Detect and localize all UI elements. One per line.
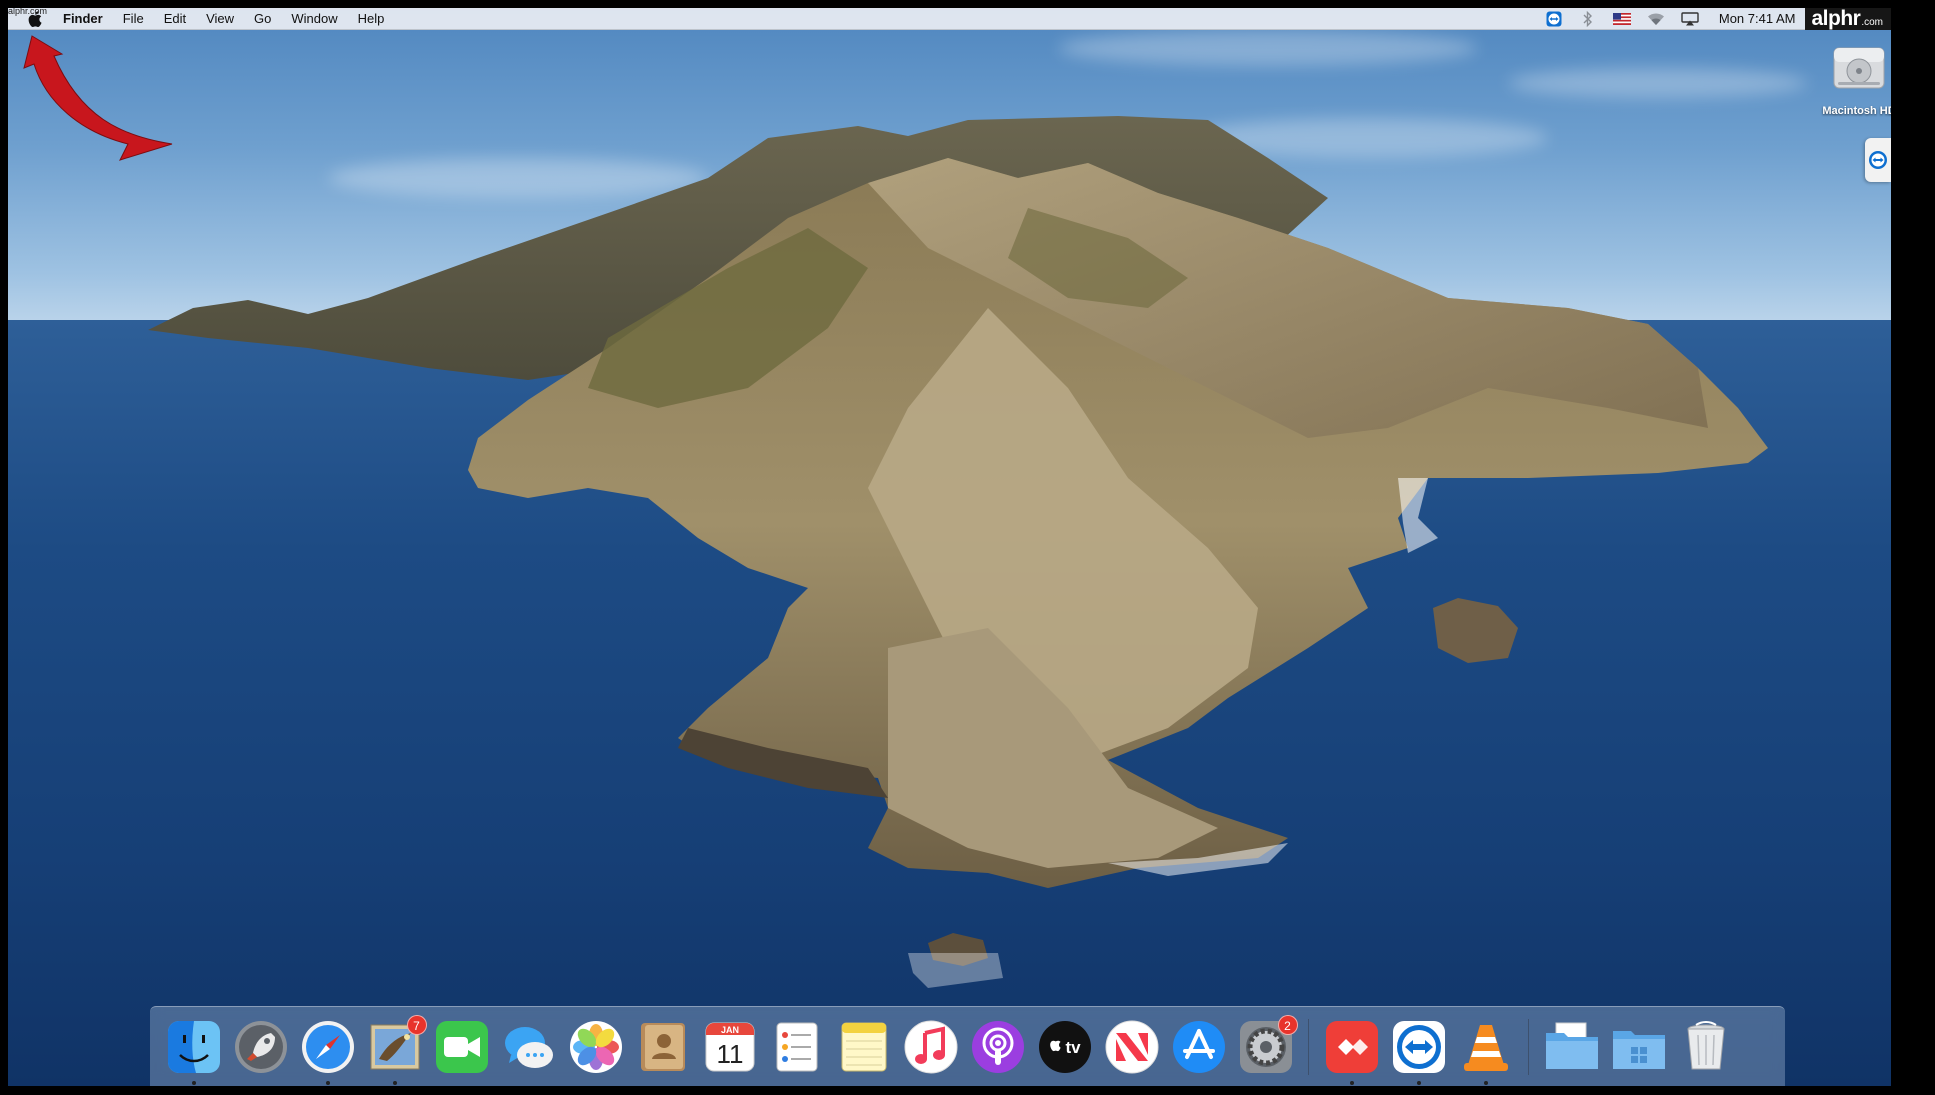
dock-applications-folder[interactable]: [1611, 1019, 1667, 1075]
dock-finder[interactable]: [166, 1019, 222, 1085]
dock-launchpad[interactable]: [233, 1019, 289, 1075]
dock-facetime[interactable]: [434, 1019, 490, 1075]
dock-mail[interactable]: 7: [367, 1014, 427, 1085]
macintosh-hd-label: Macintosh HD: [1822, 105, 1891, 117]
documents-folder-icon: [1545, 1022, 1598, 1069]
desktop-screen: alphr.com Finder File Edit View Go Windo…: [8, 8, 1891, 1086]
dock-contacts[interactable]: [635, 1019, 691, 1075]
reminders-icon: [776, 1022, 817, 1071]
running-indicator: [1483, 1080, 1488, 1085]
teamviewer-status-icon[interactable]: [1544, 11, 1564, 27]
alphr-logo-suffix: .com: [1861, 17, 1883, 28]
hard-drive-icon: [1833, 47, 1885, 89]
mail-badge: 7: [406, 1014, 427, 1035]
menu-edit[interactable]: Edit: [154, 8, 196, 30]
safari-icon: [301, 1020, 354, 1073]
us-flag-icon[interactable]: [1612, 11, 1632, 27]
dock-vlc[interactable]: [1458, 1019, 1514, 1085]
dock-podcasts[interactable]: [970, 1019, 1026, 1075]
dock-app-store[interactable]: [1171, 1019, 1227, 1075]
dock-documents-folder[interactable]: [1544, 1019, 1600, 1075]
menu-help[interactable]: Help: [348, 8, 395, 30]
calendar-day: 11: [716, 1039, 743, 1069]
corner-watermark-text: alphr.com: [8, 8, 48, 16]
dock: 7 JAN 11 tv 2: [150, 1006, 1785, 1086]
dock-tv[interactable]: tv: [1037, 1019, 1093, 1075]
red-arrow-annotation: [23, 35, 173, 161]
dock-teamviewer[interactable]: [1391, 1019, 1447, 1085]
news-icon: [1105, 1020, 1158, 1073]
dock-anydesk[interactable]: [1324, 1019, 1380, 1085]
podcasts-icon: [971, 1020, 1024, 1073]
system-preferences-badge: 2: [1277, 1014, 1298, 1035]
windows-folder-icon: [1612, 1030, 1665, 1069]
trash-icon: [1686, 1020, 1725, 1069]
dock-calendar[interactable]: JAN 11: [702, 1019, 758, 1075]
alphr-logo: alphr .com: [1805, 8, 1891, 30]
running-indicator: [1416, 1080, 1421, 1085]
bluetooth-icon[interactable]: [1578, 10, 1598, 27]
macintosh-hd-drive[interactable]: Macintosh HD: [1814, 40, 1891, 117]
dock-trash[interactable]: [1678, 1019, 1734, 1075]
dock-news[interactable]: [1104, 1019, 1160, 1075]
menu-file[interactable]: File: [113, 8, 154, 30]
dock-reminders[interactable]: [769, 1019, 825, 1075]
teamviewer-tab-icon: [1869, 151, 1887, 169]
wifi-icon[interactable]: [1646, 11, 1666, 27]
tv-icon: tv: [1038, 1020, 1091, 1073]
running-indicator: [191, 1080, 196, 1085]
music-icon: [904, 1020, 957, 1073]
running-indicator: [392, 1080, 397, 1085]
facetime-icon: [435, 1020, 488, 1073]
calendar-month: JAN: [720, 1025, 738, 1035]
airplay-icon[interactable]: [1680, 11, 1700, 27]
dock-system-preferences[interactable]: 2: [1238, 1014, 1298, 1075]
anydesk-icon: [1325, 1020, 1378, 1073]
teamviewer-side-tab[interactable]: [1865, 138, 1891, 182]
teamviewer-icon: [1392, 1020, 1445, 1073]
menu-app-finder[interactable]: Finder: [53, 8, 113, 30]
dock-separator: [1528, 1018, 1529, 1075]
running-indicator: [325, 1080, 330, 1085]
photos-icon: [569, 1020, 622, 1073]
tv-label: tv: [1065, 1038, 1081, 1057]
running-indicator: [1349, 1080, 1354, 1085]
menu-view[interactable]: View: [196, 8, 244, 30]
menu-bar: alphr.com Finder File Edit View Go Windo…: [8, 8, 1891, 30]
launchpad-icon: [234, 1020, 287, 1073]
dock-notes[interactable]: [836, 1019, 892, 1075]
vlc-icon: [1463, 1024, 1508, 1071]
status-area: Mon 7:41 AM alphr .com: [1537, 8, 1891, 30]
contacts-icon: [640, 1022, 685, 1071]
notes-icon: [841, 1022, 886, 1071]
dock-photos[interactable]: [568, 1019, 624, 1075]
app-store-icon: [1172, 1020, 1225, 1073]
menubar-clock[interactable]: Mon 7:41 AM: [1719, 11, 1796, 26]
menu-go[interactable]: Go: [244, 8, 281, 30]
dock-safari[interactable]: [300, 1019, 356, 1085]
dock-messages[interactable]: [501, 1019, 557, 1075]
wallpaper-island: [148, 116, 1768, 988]
alphr-logo-text: alphr: [1811, 8, 1861, 30]
dock-music[interactable]: [903, 1019, 959, 1075]
finder-icon: [167, 1020, 220, 1073]
menu-window[interactable]: Window: [281, 8, 347, 30]
messages-icon: [504, 1026, 553, 1068]
dock-separator: [1308, 1018, 1309, 1075]
calendar-icon: JAN 11: [705, 1022, 754, 1071]
